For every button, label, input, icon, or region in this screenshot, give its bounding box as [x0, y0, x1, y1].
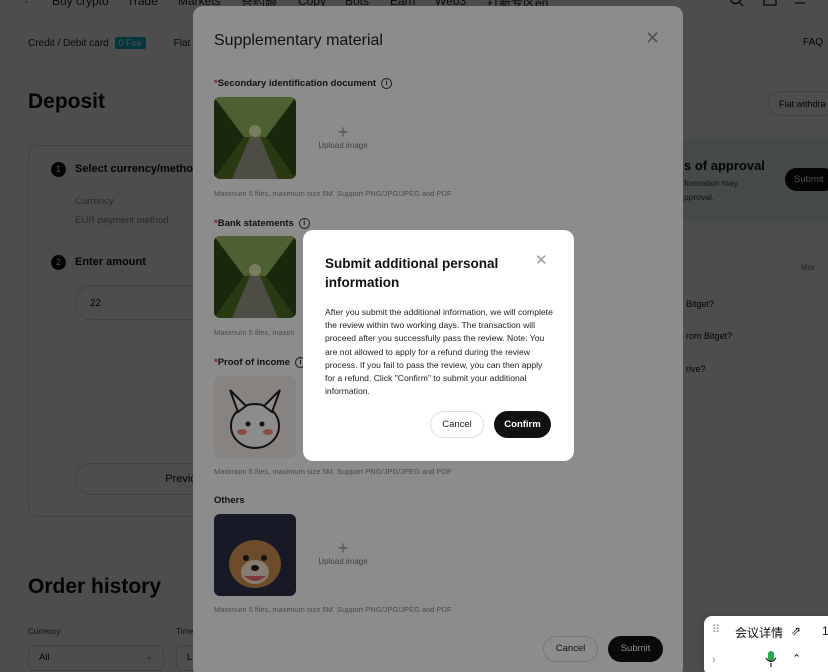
widget-number: 1: [822, 624, 828, 638]
meeting-widget: ⠿ 会议详情 ⇗ 1 › ⌃: [704, 616, 828, 672]
share-icon[interactable]: ⇗: [791, 624, 801, 638]
confirmation-dialog: Submit additional personal information ✕…: [303, 230, 574, 461]
chevron-right-icon[interactable]: ›: [712, 654, 716, 666]
meeting-details-label[interactable]: 会议详情: [735, 624, 783, 641]
microphone-icon[interactable]: [764, 650, 778, 672]
dialog-confirm-button[interactable]: Confirm: [494, 411, 551, 438]
close-icon[interactable]: ✕: [535, 251, 548, 269]
dialog-message: After you submit the additional informat…: [325, 307, 553, 397]
dialog-cancel-button[interactable]: Cancel: [430, 411, 484, 438]
chevron-up-icon[interactable]: ⌃: [792, 652, 801, 665]
dialog-title: Submit additional personal information: [325, 256, 499, 290]
drag-handle-icon[interactable]: ⠿: [712, 623, 720, 636]
